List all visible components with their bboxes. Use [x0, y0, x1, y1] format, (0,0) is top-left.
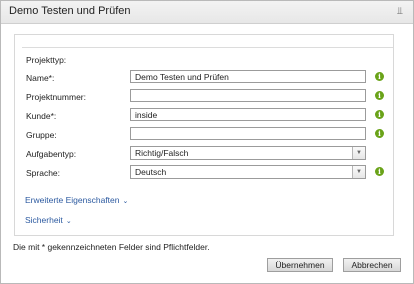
required-fields-note: Die mit * gekennzeichneten Felder sind P…: [13, 242, 210, 252]
sprache-value: Deutsch: [135, 167, 167, 177]
info-icon[interactable]: i: [375, 110, 384, 119]
info-icon[interactable]: i: [375, 91, 384, 100]
name-label: Name*:: [26, 73, 55, 83]
dialog-titlebar: Demo Testen und Prüfen ⫫: [1, 1, 413, 24]
projektnummer-label: Projektnummer:: [26, 92, 86, 102]
divider: [22, 47, 393, 48]
pin-icon[interactable]: ⫫: [395, 6, 405, 18]
kunde-field[interactable]: inside: [130, 108, 366, 121]
aufgabentyp-select[interactable]: Richtig/Falsch ▼: [130, 146, 366, 160]
chevron-down-icon: ⌄: [122, 198, 129, 205]
name-field[interactable]: Demo Testen und Prüfen: [130, 70, 366, 83]
dialog-title: Demo Testen und Prüfen: [9, 5, 131, 17]
aufgabentyp-label: Aufgabentyp:: [26, 149, 77, 159]
abbrechen-button[interactable]: Abbrechen: [343, 258, 401, 272]
form-panel: Projekttyp: Name*: Demo Testen und Prüfe…: [14, 34, 394, 236]
aufgabentyp-value: Richtig/Falsch: [135, 148, 189, 158]
projektnummer-field[interactable]: [130, 89, 366, 102]
gruppe-field[interactable]: [130, 127, 366, 140]
sicherheit-link[interactable]: Sicherheit ⌄: [25, 215, 72, 225]
sicherheit-label: Sicherheit: [25, 215, 63, 225]
info-icon[interactable]: i: [375, 167, 384, 176]
sprache-label: Sprache:: [26, 168, 61, 178]
ubernehmen-button[interactable]: Übernehmen: [267, 258, 333, 272]
erweiterte-eigenschaften-link[interactable]: Erweiterte Eigenschaften ⌄: [25, 195, 128, 205]
section-label: Projekttyp:: [26, 55, 67, 65]
chevron-down-icon: ⌄: [65, 218, 72, 225]
info-icon[interactable]: i: [375, 129, 384, 138]
gruppe-label: Gruppe:: [26, 130, 57, 140]
info-icon[interactable]: i: [375, 72, 384, 81]
sprache-select[interactable]: Deutsch ▼: [130, 165, 366, 179]
chevron-down-icon[interactable]: ▼: [352, 166, 365, 178]
dialog-window: Demo Testen und Prüfen ⫫ Projekttyp: Nam…: [0, 0, 414, 284]
erweiterte-eigenschaften-label: Erweiterte Eigenschaften: [25, 195, 120, 205]
kunde-label: Kunde*:: [26, 111, 57, 121]
chevron-down-icon[interactable]: ▼: [352, 147, 365, 159]
